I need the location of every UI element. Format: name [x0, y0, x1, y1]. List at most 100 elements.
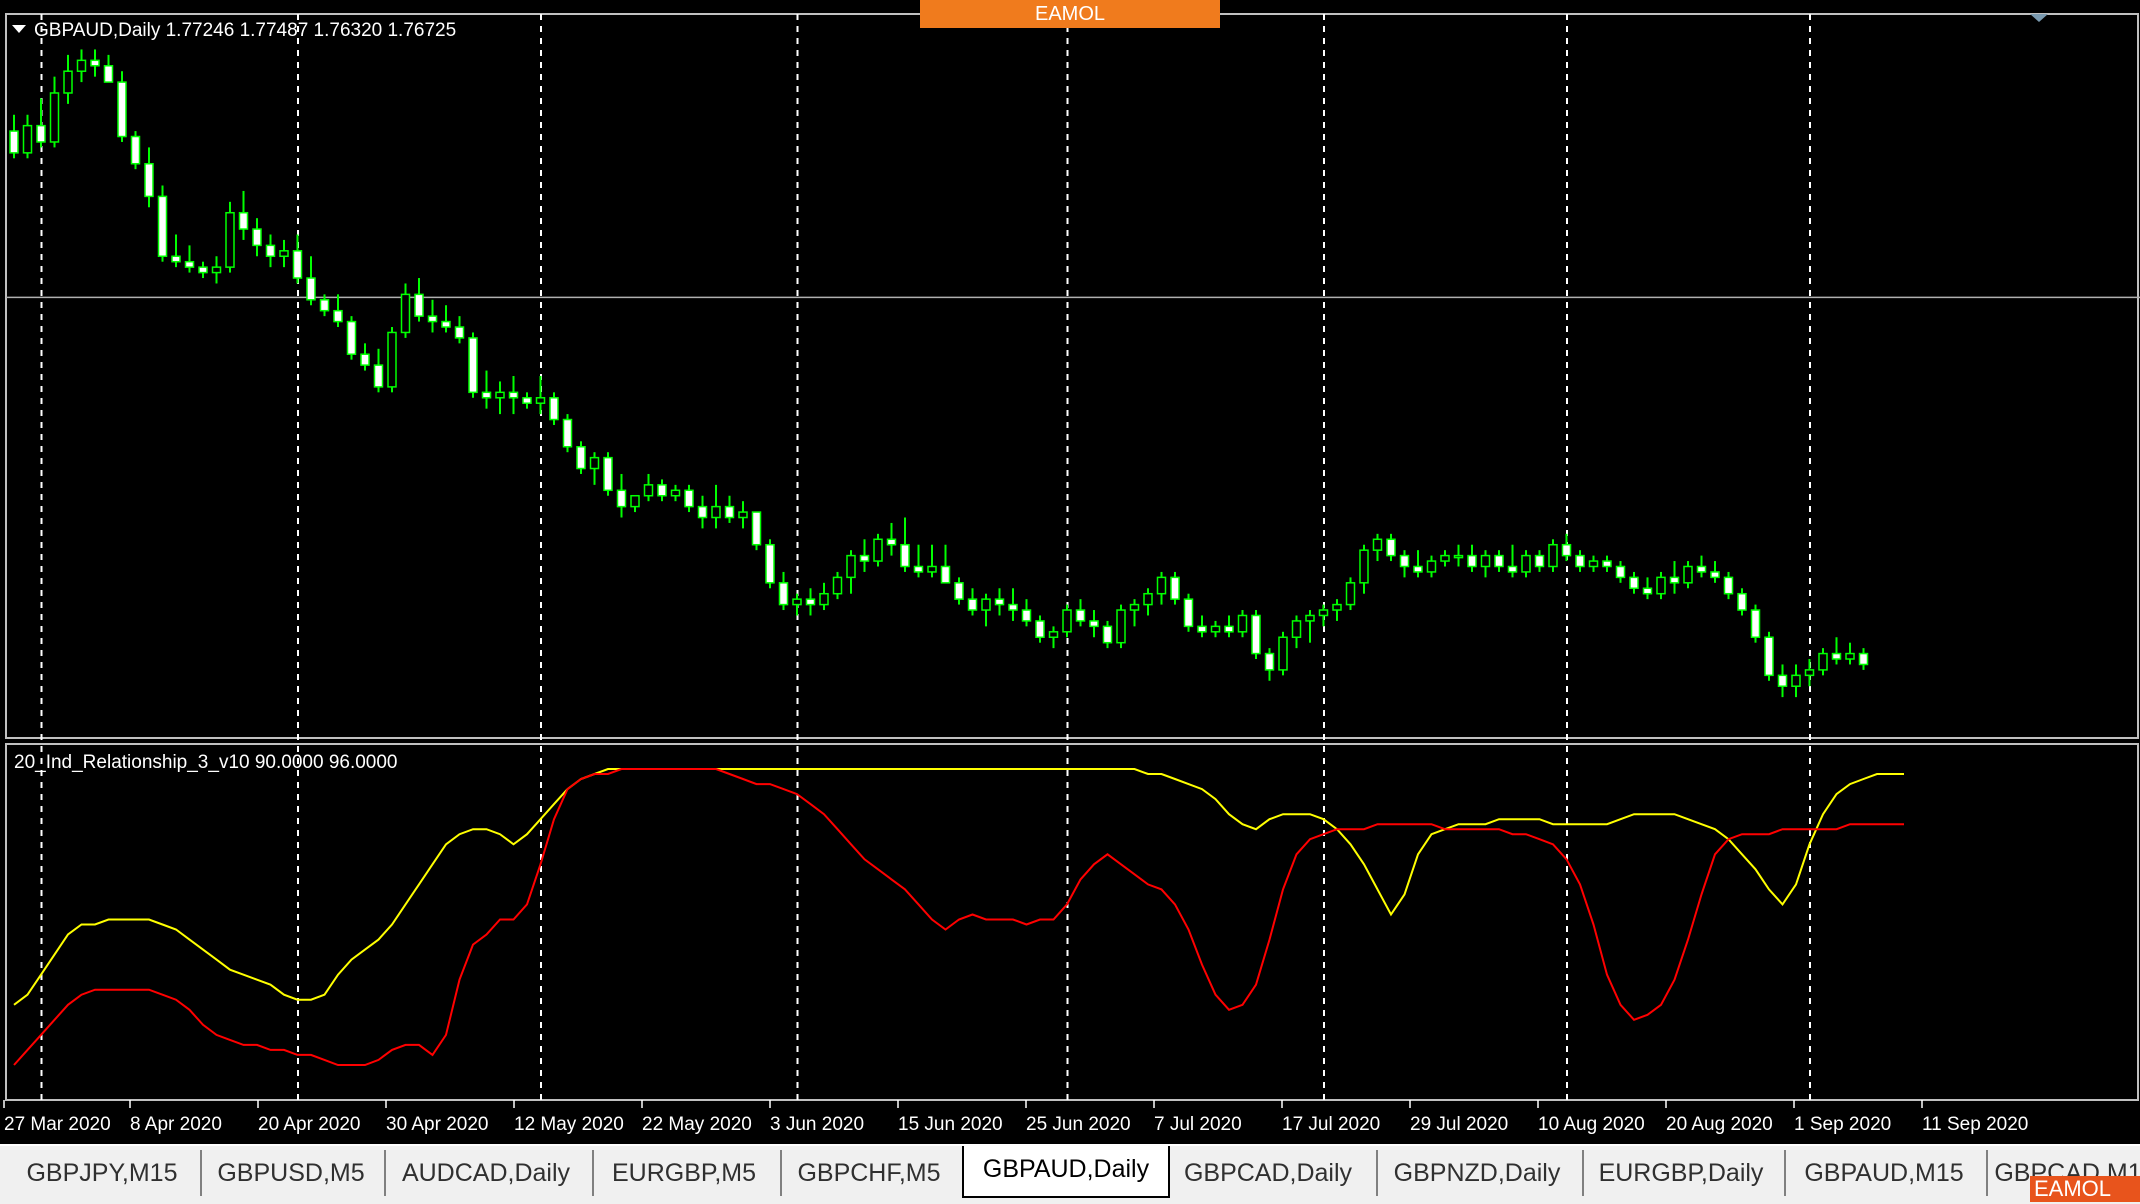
tab-gbpusd-m5[interactable]: GBPUSD,M5 — [200, 1150, 380, 1196]
tab-eurgbp-m5[interactable]: EURGBP,M5 — [592, 1150, 774, 1196]
tab-gbpnzd-daily[interactable]: GBPNZD,Daily — [1376, 1150, 1576, 1196]
main-chart-header: GBPAUD,Daily 1.77246 1.77487 1.76320 1.7… — [34, 20, 456, 41]
candle-body — [630, 494, 640, 508]
candle-body — [684, 489, 694, 508]
candle-body — [1251, 614, 1261, 655]
chart-tab-bar: GBPJPY,M15 GBPUSD,M5 AUDCAD,Daily EURGBP,M5… — [0, 1144, 2140, 1204]
candle-body — [1656, 576, 1666, 595]
candle-body — [130, 135, 141, 165]
candle-body — [657, 484, 667, 497]
candle-body — [1224, 625, 1234, 633]
indicator-line-yellow — [13, 768, 1904, 1006]
tab-gbpaud-m15[interactable]: GBPAUD,M15 — [1784, 1150, 1982, 1196]
x-axis-label: 11 Sep 2020 — [1922, 1114, 2028, 1135]
x-axis-label: 27 Mar 2020 — [4, 1114, 111, 1135]
tab-eurgbp-daily[interactable]: EURGBP,Daily — [1582, 1150, 1778, 1196]
candle-body — [1764, 636, 1774, 677]
x-axis-label: 15 Jun 2020 — [898, 1114, 1003, 1135]
tab-audcad-daily[interactable]: AUDCAD,Daily — [384, 1150, 586, 1196]
candle-body — [306, 277, 316, 301]
candle-body — [576, 446, 586, 470]
candle-body — [1089, 620, 1099, 628]
candle-body — [832, 576, 843, 595]
candle-body — [1602, 560, 1612, 568]
x-axis-label: 8 Apr 2020 — [130, 1114, 222, 1135]
candle-body — [1372, 538, 1383, 551]
candle-body — [549, 397, 559, 421]
candle-body — [913, 565, 924, 573]
candle-body — [954, 582, 964, 600]
candle-body — [63, 70, 73, 94]
eamol-logo-bottom: EAMOL — [2030, 1176, 2140, 1202]
candle-body — [90, 59, 100, 67]
candle-body — [319, 299, 330, 312]
candle-body — [414, 293, 424, 317]
main-chart-frame — [5, 13, 2139, 739]
candle-body — [1750, 609, 1761, 638]
candle-body — [454, 326, 465, 339]
x-axis-label: 17 Jul 2020 — [1282, 1114, 1380, 1135]
candle-body — [1305, 614, 1315, 622]
candle-body — [616, 489, 627, 508]
candle-body — [508, 391, 519, 399]
candle-body — [157, 195, 168, 258]
candle-body — [765, 543, 775, 584]
x-axis-label: 7 Jul 2020 — [1154, 1114, 1242, 1135]
candle-body — [1615, 565, 1626, 579]
candle-body — [211, 266, 222, 274]
x-axis-label: 12 May 2020 — [514, 1114, 624, 1135]
tab-gbpjpy-m15[interactable]: GBPJPY,M15 — [12, 1150, 192, 1196]
candle-body — [427, 315, 438, 323]
candle-body — [238, 211, 249, 230]
candle-body — [1791, 674, 1801, 687]
candle-body — [1183, 598, 1194, 628]
candle-body — [1278, 636, 1288, 671]
candle-body — [1480, 554, 1491, 568]
candle-body — [1723, 576, 1734, 595]
candle-body — [859, 554, 870, 562]
candle-body — [360, 353, 370, 366]
x-axis-label: 29 Jul 2020 — [1410, 1114, 1508, 1135]
x-axis-label: 1 Sep 2020 — [1794, 1114, 1891, 1135]
tab-gbpchf-m5[interactable]: GBPCHF,M5 — [780, 1150, 956, 1196]
candle-body — [1170, 576, 1180, 600]
candle-body — [1413, 565, 1423, 573]
candle-body — [1629, 576, 1639, 590]
candle-body — [1453, 554, 1464, 559]
candle-body — [927, 565, 937, 573]
candle-body — [670, 489, 681, 497]
candle-body — [265, 244, 276, 258]
candle-body — [1332, 603, 1342, 611]
candle-body — [1831, 652, 1842, 660]
indicator-frame — [5, 743, 2139, 1101]
candle-body — [1534, 554, 1545, 568]
candle-body — [1102, 625, 1113, 644]
chart-area[interactable]: GBPAUD,Daily 1.77246 1.77487 1.76320 1.7… — [0, 0, 2140, 1146]
chart-shift-marker-icon — [2030, 14, 2048, 22]
candle-body — [778, 582, 789, 606]
candle-body — [1345, 582, 1356, 606]
candle-body — [994, 598, 1005, 606]
candle-body — [1804, 669, 1815, 677]
candle-body — [1507, 565, 1518, 573]
eamol-logo-top: EAMOL — [920, 0, 1220, 28]
x-axis-label: 25 Jun 2020 — [1026, 1114, 1131, 1135]
candle-body — [522, 397, 532, 404]
x-axis-label: 10 Aug 2020 — [1538, 1114, 1645, 1135]
candle-body — [1264, 652, 1275, 671]
candle-body — [805, 598, 816, 606]
tab-gbpaud-daily[interactable]: GBPAUD,Daily — [962, 1146, 1170, 1198]
candle-body — [279, 250, 289, 258]
candle-body — [1737, 592, 1747, 611]
candle-body — [1197, 625, 1207, 633]
candle-body — [441, 320, 451, 328]
tab-gbpcad-daily[interactable]: GBPCAD,Daily — [1168, 1150, 1368, 1196]
candle-body — [1669, 576, 1680, 584]
candle-body — [252, 228, 262, 247]
candle-body — [103, 65, 114, 83]
candle-body — [846, 554, 856, 579]
candle-body — [36, 124, 46, 143]
candle-body — [1048, 631, 1059, 638]
candle-body — [1156, 576, 1167, 595]
candle-body — [562, 418, 573, 448]
